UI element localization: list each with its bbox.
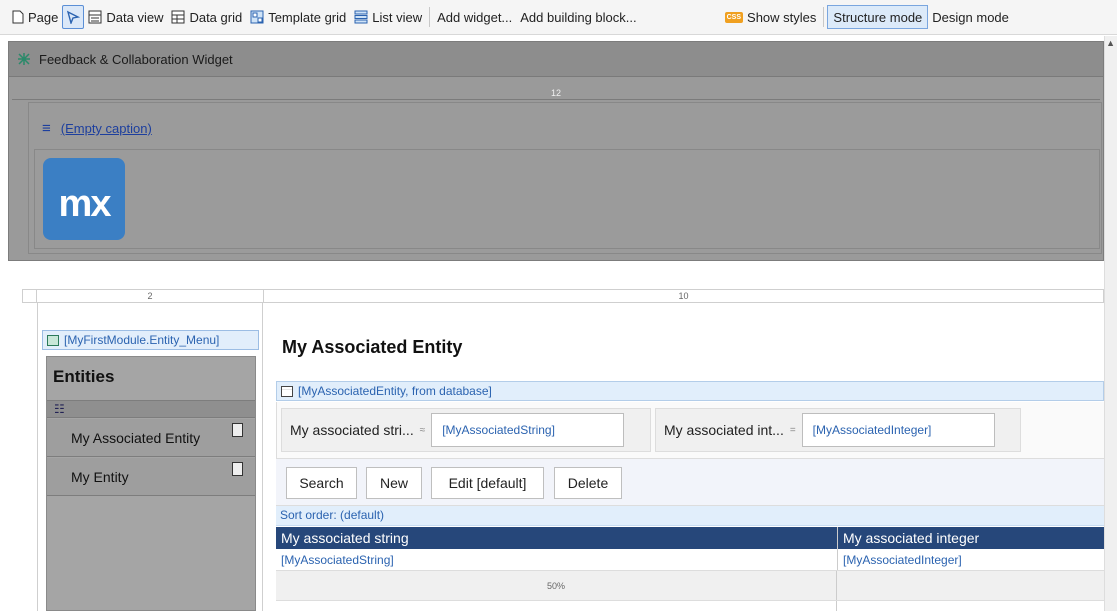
column-width-row: 50%	[276, 571, 1104, 601]
navigation-list-icon: ☷	[54, 402, 65, 416]
data-grid-label: Data grid	[189, 9, 243, 25]
control-bar: Search New Edit [default] Delete	[276, 458, 1104, 506]
add-building-block-label: Add building block...	[520, 9, 637, 25]
empty-row	[276, 601, 1104, 611]
css-icon: CSS	[724, 11, 744, 23]
structure-mode-button[interactable]: Structure mode	[827, 5, 929, 29]
ruler-gutter	[23, 290, 37, 302]
widget-icon	[18, 53, 30, 65]
logo-container[interactable]	[34, 149, 1100, 249]
vertical-scrollbar[interactable]	[1104, 36, 1117, 611]
page-button[interactable]: Page	[8, 5, 62, 29]
layout-header-region: Feedback & Collaboration Widget 12	[8, 41, 1104, 261]
ruler-col-10-label: 10	[678, 291, 689, 301]
page-title: My Associated Entity	[282, 337, 463, 357]
search-field-string[interactable]: My associated stri... ≈ [MyAssociatedStr…	[281, 408, 651, 452]
ruler-col-2-label: 2	[147, 291, 153, 301]
entities-panel: Entities ☷ My Associated Entity My Entit…	[46, 356, 256, 611]
sidebar-item-my-entity[interactable]: My Entity	[47, 458, 255, 496]
grid-header-row: My associated string My associated integ…	[276, 527, 1104, 549]
show-styles-label: Show styles	[747, 9, 817, 25]
new-button[interactable]: New	[366, 467, 422, 499]
edit-button[interactable]: Edit [default]	[431, 467, 544, 499]
toolbar-divider	[429, 7, 431, 27]
search-field-label: My associated int...	[664, 422, 784, 438]
page-label: Page	[28, 9, 59, 25]
data-grid-icon	[171, 10, 185, 24]
sidebar-item-label: My Entity	[71, 468, 129, 485]
show-styles-button[interactable]: CSS Show styles	[721, 5, 821, 29]
template-grid-icon	[250, 10, 264, 24]
layout-title: Feedback & Collaboration Widget	[39, 51, 233, 67]
snippet-label: [MyFirstModule.Entity_Menu]	[64, 333, 220, 347]
operator-label: ≈	[419, 424, 426, 436]
page-icon	[232, 462, 243, 476]
search-button[interactable]: Search	[286, 467, 357, 499]
sidebar-item-label: My Associated Entity	[71, 429, 201, 446]
list-view-icon	[354, 10, 368, 24]
data-view-label: Data view	[106, 9, 164, 25]
list-view-button[interactable]: List view	[350, 5, 426, 29]
design-mode-button[interactable]: Design mode	[928, 5, 1013, 29]
sort-order[interactable]: Sort order: (default)	[276, 506, 1104, 526]
add-widget-label: Add widget...	[437, 9, 513, 25]
data-grid-icon	[281, 385, 293, 397]
search-field-integer[interactable]: My associated int... = [MyAssociatedInte…	[655, 408, 1021, 452]
layout-title-bar[interactable]: Feedback & Collaboration Widget	[9, 42, 1103, 77]
mendix-logo: mx	[43, 158, 125, 240]
data-view-icon	[88, 10, 102, 24]
page-canvas: Feedback & Collaboration Widget 12 ≡ (Em…	[0, 36, 1104, 611]
add-building-block-button[interactable]: Add building block...	[516, 5, 640, 29]
column-width-label: 50%	[276, 571, 837, 600]
operator-label: =	[789, 424, 796, 436]
table-cell-string[interactable]: [MyAssociatedString]	[276, 549, 838, 570]
toolbar: Page Data view Data grid Template grid L…	[0, 0, 1117, 35]
scroll-up-icon[interactable]: ▲	[1106, 38, 1115, 48]
data-view-button[interactable]: Data view	[84, 5, 167, 29]
snippet-icon	[47, 334, 59, 346]
list-view-label: List view	[372, 9, 423, 25]
sidebar-item-my-associated-entity[interactable]: My Associated Entity	[47, 419, 255, 457]
column-ruler-12: 12	[12, 88, 1100, 100]
delete-button[interactable]: Delete	[554, 467, 622, 499]
page-icon	[12, 10, 24, 24]
data-grid-header[interactable]: [MyAssociatedEntity, from database]	[276, 381, 1104, 401]
toolbar-divider	[823, 7, 825, 27]
search-input-string[interactable]: [MyAssociatedString]	[431, 413, 625, 447]
column-header-integer[interactable]: My associated integer	[838, 527, 1104, 549]
search-input-integer[interactable]: [MyAssociatedInteger]	[801, 413, 995, 447]
pointer-icon	[67, 10, 81, 24]
grid-column-ruler: 2 10	[22, 289, 1104, 303]
entities-title: Entities	[53, 367, 115, 386]
menu-icon: ≡	[42, 120, 51, 137]
navigation-list[interactable]: ☷	[47, 400, 255, 418]
empty-caption-link[interactable]: (Empty caption)	[61, 121, 152, 136]
menu-caption[interactable]: ≡ (Empty caption)	[42, 120, 152, 137]
template-grid-button[interactable]: Template grid	[246, 5, 350, 29]
column-header-string[interactable]: My associated string	[276, 527, 838, 549]
data-source-label: [MyAssociatedEntity, from database]	[298, 384, 492, 398]
ruler-col-2: 2	[37, 290, 264, 302]
page-icon	[232, 423, 243, 437]
search-bar: My associated stri... ≈ [MyAssociatedStr…	[276, 402, 1104, 458]
search-field-label: My associated stri...	[290, 422, 414, 438]
add-widget-button[interactable]: Add widget...	[433, 5, 516, 29]
template-grid-label: Template grid	[268, 9, 347, 25]
table-row: [MyAssociatedString] [MyAssociatedIntege…	[276, 549, 1104, 571]
structure-mode-label: Structure mode	[833, 9, 923, 25]
design-mode-label: Design mode	[932, 9, 1009, 25]
pointer-tool-button[interactable]	[62, 5, 85, 29]
table-cell-integer[interactable]: [MyAssociatedInteger]	[838, 549, 1104, 570]
ruler-col-10: 10	[264, 290, 1103, 302]
column-ruler-label: 12	[550, 88, 561, 98]
snippet-call[interactable]: [MyFirstModule.Entity_Menu]	[42, 330, 259, 350]
data-grid-button[interactable]: Data grid	[167, 5, 246, 29]
